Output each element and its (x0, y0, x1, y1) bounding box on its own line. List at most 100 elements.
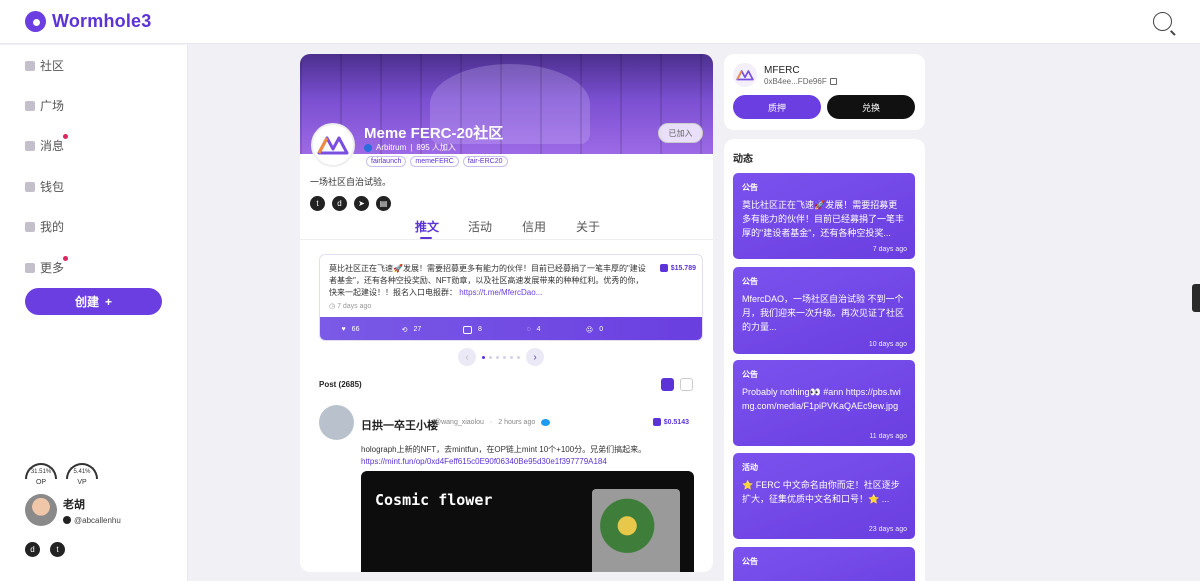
post-meta: @wang_xiaolou · 2 hours ago (434, 419, 551, 426)
token-card: MFERC 0xB4ee...FDe96F 质押 兑换 (724, 54, 925, 130)
arbitrum-icon (364, 143, 372, 152)
community-tags: fairlaunch memeFERC fair-ERC20 (366, 156, 508, 167)
stake-button[interactable]: 质押 (733, 95, 821, 119)
activity-item[interactable]: 公告 莫比社区正在飞速🚀发展！需要招募更多有能力的伙伴！目前已经募捐了一笔丰厚的… (733, 173, 915, 259)
notification-dot (63, 256, 69, 261)
reaction-stat[interactable]: ☹ 0 (564, 326, 625, 334)
activity-text: Probably nothing👀 #ann https://pbs.twimg… (742, 387, 901, 411)
carousel-dot[interactable] (496, 355, 499, 359)
user-handle: @abcallenhu (74, 515, 121, 525)
sidebar-item-wallet[interactable]: 钱包 (25, 178, 64, 195)
swap-button[interactable]: 兑换 (827, 95, 915, 119)
activity-item[interactable]: 公告 MfercDAO，一场社区自治试验 不到一个月，我们迎来一次升级。再次见证… (733, 267, 915, 354)
grid-icon (25, 262, 35, 273)
home-icon (25, 100, 35, 111)
clock-icon: ◷ (329, 303, 336, 310)
sidebar-item-messages[interactable]: 消息 (25, 134, 69, 154)
activity-item[interactable]: 公告 (733, 547, 915, 581)
activity-type: 公告 (742, 370, 758, 379)
activity-item[interactable]: 活动 ⭐ FERC 中文命名由你而定！社区逐步扩大，征集优质中文名和口号！⭐ .… (733, 453, 915, 539)
post-link[interactable]: https://mint.fun/op/0xd4Feff615c0E90f063… (361, 456, 701, 468)
op-gauge[interactable]: 31.51% OP (25, 463, 57, 486)
image-count: 8 (478, 326, 482, 333)
sidebar-item-square[interactable]: 广场 (25, 97, 64, 114)
tag[interactable]: fairlaunch (366, 156, 407, 167)
search-icon[interactable] (1153, 12, 1172, 31)
activity-type: 公告 (742, 183, 758, 192)
tab-activities[interactable]: 活动 (468, 218, 492, 235)
community-tabs: 推文 活动 信用 关于 (300, 213, 713, 240)
post-media[interactable]: Cosmic flower (361, 471, 694, 572)
image-stat[interactable]: 8 (442, 325, 503, 334)
tweet-reward: $15.789 (659, 264, 696, 272)
retweet-icon: ⟲ (401, 326, 408, 334)
activity-text: MfercDAO，一场社区自治试验 不到一个月，我们迎来一次升级。再次见证了社区… (742, 294, 905, 332)
tab-about[interactable]: 关于 (576, 218, 600, 235)
post-sort-tools (661, 378, 693, 391)
chevron-right-icon[interactable]: › (526, 348, 544, 366)
twitter-bird-icon[interactable] (541, 419, 551, 426)
document-icon[interactable]: ▤ (376, 196, 391, 211)
notification-dot (63, 134, 69, 139)
meta-divider: | (410, 143, 413, 152)
sidebar-item-community[interactable]: 社区 (25, 57, 64, 74)
community-banner (300, 54, 713, 154)
chain-name: Arbitrum (376, 143, 407, 152)
app-logo[interactable]: Wormhole3 (25, 11, 151, 32)
sidebar-item-label: 我的 (40, 220, 65, 234)
featured-tweet-text: 莫比社区正在飞速🚀发展！需要招募更多有能力的伙伴！目前已经募捐了一笔丰厚的"建设… (329, 263, 649, 299)
like-stat[interactable]: ♥ 66 (320, 326, 381, 333)
tag[interactable]: memeFERC (410, 156, 459, 167)
community-logo (311, 123, 355, 167)
new-sort-icon[interactable] (680, 378, 693, 391)
tweet-link[interactable]: https://t.me/MfercDao... (459, 288, 542, 297)
avatar[interactable] (25, 494, 57, 526)
carousel-dot[interactable] (510, 355, 513, 359)
carousel-dot[interactable] (489, 355, 492, 359)
sidebar-item-more[interactable]: 更多 (25, 256, 69, 276)
flower-artwork (592, 489, 680, 572)
carousel-dot[interactable] (503, 355, 506, 359)
vp-gauge[interactable]: 5.41% VP (66, 463, 98, 486)
activity-time: 7 days ago (872, 246, 907, 253)
tag[interactable]: fair-ERC20 (462, 156, 508, 167)
post-count: Post (2685) (319, 380, 362, 389)
copy-icon[interactable] (829, 78, 837, 85)
comment-stat[interactable]: ◌ 4 (503, 326, 564, 333)
community-meta: Arbitrum | 895 人加入 (364, 142, 456, 153)
create-button[interactable]: 创建 + (25, 288, 162, 315)
comment-icon: ◌ (526, 326, 531, 333)
comment-count: 4 (536, 326, 541, 333)
carousel-dot[interactable] (517, 355, 520, 359)
discord-icon[interactable]: d (25, 542, 40, 557)
featured-tweet-card[interactable]: 莫比社区正在飞速🚀发展！需要招募更多有能力的伙伴！目前已经募捐了一笔丰厚的"建设… (319, 254, 703, 341)
user-profile[interactable]: 老胡 @abcallenhu (25, 494, 121, 526)
activity-time: 10 days ago (868, 341, 907, 348)
activity-item[interactable]: 公告 Probably nothing👀 #ann https://pbs.tw… (733, 360, 915, 446)
activity-text: 莫比社区正在飞速🚀发展！需要招募更多有能力的伙伴！目前已经募捐了一笔丰厚的"建设… (742, 200, 905, 238)
joined-button[interactable]: 已加入 (658, 123, 703, 143)
post-text: holograph上新的NFT，去mintfun，在OP链上mint 10个+1… (361, 445, 647, 454)
post-handle: @wang_xiaolou (434, 419, 484, 426)
twitter-icon[interactable]: t (310, 196, 325, 211)
discord-icon[interactable]: d (332, 196, 347, 211)
telegram-icon[interactable]: ➤ (354, 196, 369, 211)
avatar[interactable] (319, 405, 354, 440)
tab-credit[interactable]: 信用 (522, 218, 546, 235)
activity-type: 公告 (742, 557, 758, 566)
member-count: 895 人加入 (416, 143, 456, 152)
create-label: 创建 (74, 295, 99, 309)
chevron-left-icon[interactable]: ‹ (458, 348, 476, 366)
trending-sort-icon[interactable] (661, 378, 674, 391)
carousel-dot[interactable] (482, 355, 485, 359)
twitter-icon (63, 516, 71, 524)
post-author[interactable]: 日拱一卒王小楼 (361, 417, 438, 433)
retweet-stat[interactable]: ⟲ 27 (381, 326, 442, 334)
twitter-icon[interactable]: t (50, 542, 65, 557)
drag-handle[interactable] (1192, 284, 1200, 312)
post-reward: $0.5143 (652, 418, 689, 426)
sidebar-item-profile[interactable]: 我的 (25, 218, 64, 235)
activity-panel: 动态 公告 莫比社区正在飞速🚀发展！需要招募更多有能力的伙伴！目前已经募捐了一笔… (724, 139, 925, 581)
tab-tweets[interactable]: 推文 (415, 218, 439, 235)
gauge-label: OP (35, 479, 47, 486)
